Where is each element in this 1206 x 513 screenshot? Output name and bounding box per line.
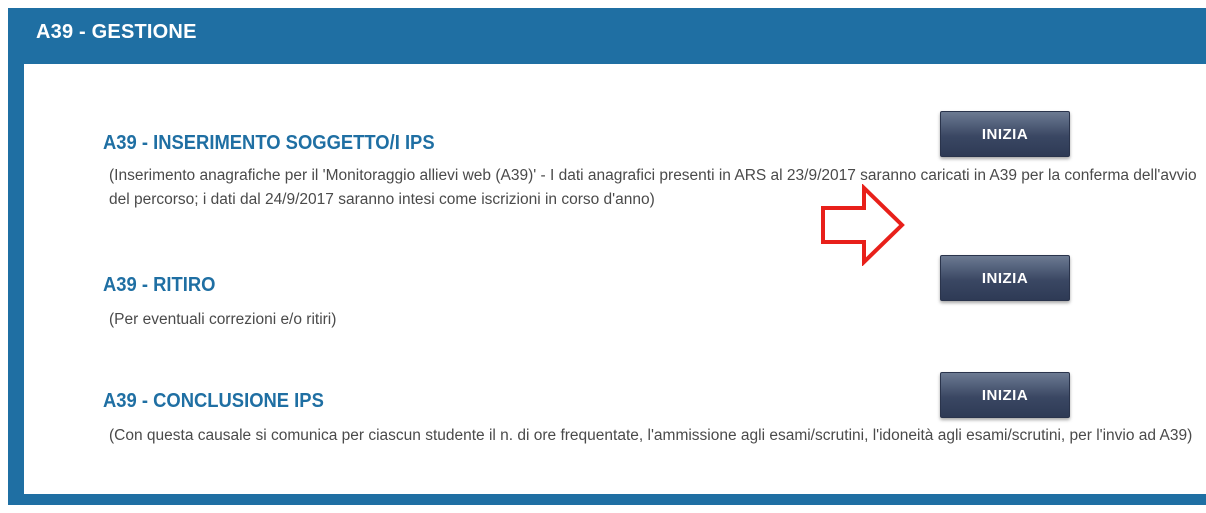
section-description: (Con questa causale si comunica per cias… [109, 427, 1193, 444]
panel-body: A39 - INSERIMENTO SOGGETTO/I IPS INIZIA … [24, 64, 1206, 494]
section-title: A39 - RITIRO [103, 274, 216, 296]
section-description: (Inserimento anagrafiche per il 'Monitor… [109, 167, 1197, 208]
section-title: A39 - INSERIMENTO SOGGETTO/I IPS [103, 132, 435, 154]
panel-header: A39 - GESTIONE [8, 8, 1206, 56]
section-title: A39 - CONCLUSIONE IPS [103, 390, 324, 412]
inizia-conclusione-button[interactable]: INIZIA [940, 372, 1070, 418]
inizia-ritiro-button[interactable]: INIZIA [940, 255, 1070, 301]
gestione-panel: A39 - GESTIONE A39 - INSERIMENTO SOGGETT… [8, 8, 1206, 505]
panel-title: A39 - GESTIONE [36, 20, 197, 43]
red-outline-arrow-right-icon [821, 184, 905, 266]
section-description: (Per eventuali correzioni e/o ritiri) [109, 311, 337, 328]
inizia-inserimento-button[interactable]: INIZIA [940, 111, 1070, 157]
